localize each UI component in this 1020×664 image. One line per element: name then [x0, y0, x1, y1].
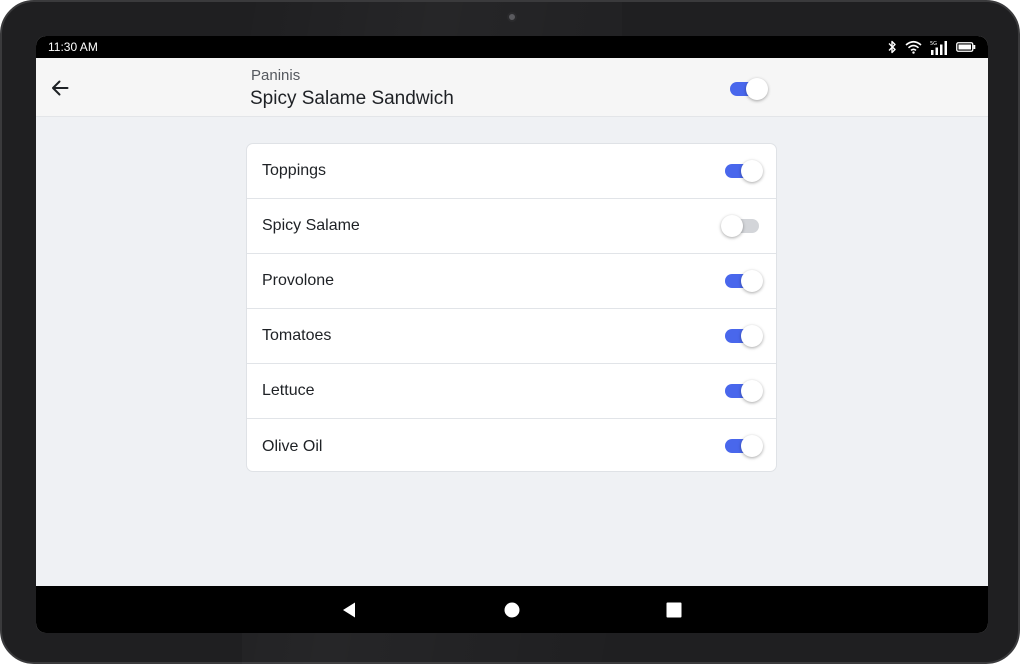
- toggle-thumb: [741, 435, 763, 457]
- page-title: Spicy Salame Sandwich: [250, 88, 454, 109]
- list-item: Toppings: [247, 144, 776, 199]
- toggle-thumb: [741, 325, 763, 347]
- recents-square-icon: [666, 602, 682, 618]
- item-availability-toggle[interactable]: [728, 78, 768, 100]
- spicy-salame-toggle[interactable]: [721, 215, 763, 237]
- toggle-thumb: [741, 270, 763, 292]
- list-item: Olive Oil: [247, 419, 776, 471]
- toggle-thumb: [741, 380, 763, 402]
- olive-oil-toggle[interactable]: [723, 435, 763, 457]
- category-label: Paninis: [251, 67, 301, 84]
- wifi-icon: [905, 40, 922, 54]
- list-item: Spicy Salame: [247, 199, 776, 254]
- camera-icon: [507, 12, 517, 22]
- list-item-label: Spicy Salame: [262, 217, 360, 234]
- screen: 11:30 AM 5G Paninis Spicy Salame Sandwic…: [36, 36, 988, 633]
- list-item-label: Lettuce: [262, 382, 315, 399]
- nav-home-button[interactable]: [502, 600, 522, 620]
- tomatoes-toggle[interactable]: [723, 325, 763, 347]
- battery-icon: [956, 41, 976, 53]
- list-item-label: Olive Oil: [262, 437, 323, 455]
- back-button[interactable]: [48, 76, 72, 100]
- signal-5g-icon: 5G: [930, 40, 948, 55]
- toggle-thumb: [741, 160, 763, 182]
- toggle-thumb: [721, 215, 743, 237]
- list-item-label: Tomatoes: [262, 327, 332, 344]
- app-bar: Paninis Spicy Salame Sandwich: [36, 58, 988, 117]
- toggle-thumb: [746, 78, 768, 100]
- status-time: 11:30 AM: [48, 40, 98, 54]
- svg-text:5G: 5G: [930, 41, 937, 47]
- home-circle-icon: [504, 602, 520, 618]
- nav-back-button[interactable]: [340, 600, 360, 620]
- list-item: Provolone: [247, 254, 776, 309]
- back-triangle-icon: [343, 602, 355, 618]
- toppings-toggle[interactable]: [723, 160, 763, 182]
- toppings-card: Toppings Spicy Salame Provolone Tomatoes…: [246, 143, 777, 472]
- list-item: Tomatoes: [247, 309, 776, 364]
- lettuce-toggle[interactable]: [723, 380, 763, 402]
- nav-recents-button[interactable]: [664, 600, 684, 620]
- bluetooth-icon: [887, 40, 897, 54]
- list-item-label: Toppings: [262, 162, 327, 179]
- status-bar: 11:30 AM 5G: [36, 36, 988, 58]
- list-item-label: Provolone: [262, 272, 335, 289]
- status-icons: 5G: [887, 40, 976, 55]
- provolone-toggle[interactable]: [723, 270, 763, 292]
- system-nav-bar: [36, 586, 988, 633]
- tablet-frame: 11:30 AM 5G Paninis Spicy Salame Sandwic…: [0, 0, 1020, 664]
- list-item: Lettuce: [247, 364, 776, 419]
- arrow-left-icon: [52, 80, 69, 96]
